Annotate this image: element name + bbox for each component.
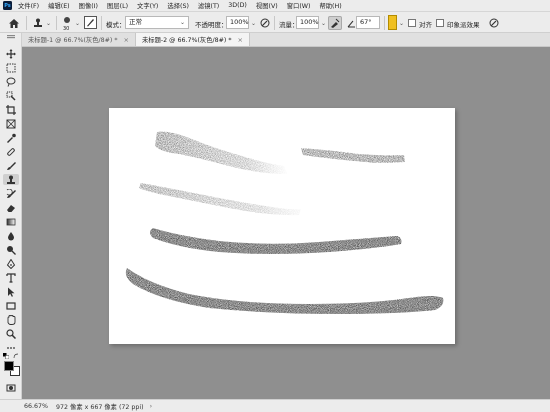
sample-color-swatch[interactable] bbox=[388, 15, 397, 30]
crop-tool-icon[interactable] bbox=[3, 104, 19, 115]
type-tool-icon[interactable] bbox=[3, 272, 19, 283]
tab-document-1[interactable]: 未标题-1 @ 66.7%(灰色/8#) * × bbox=[22, 33, 136, 46]
options-bar: ⌄ 30 ⌄ 模式： 正常 ⌄ 不透明度： 100% ⌄ 流量： 100% ⌄ … bbox=[0, 11, 550, 33]
stroke-3 bbox=[139, 183, 301, 216]
angle-icon bbox=[346, 17, 356, 29]
zoom-tool-icon[interactable] bbox=[3, 328, 19, 339]
mode-value: 正常 bbox=[129, 18, 142, 26]
chevron-down-icon[interactable]: ⌄ bbox=[75, 20, 80, 27]
align-checkbox[interactable] bbox=[408, 19, 416, 27]
flow-input[interactable]: 100% bbox=[296, 16, 319, 29]
menu-window[interactable]: 窗口(W) bbox=[287, 1, 311, 10]
photoshop-logo: Ps bbox=[3, 1, 12, 10]
frame-tool-icon[interactable] bbox=[3, 118, 19, 129]
tab-label: 未标题-2 @ 66.7%(灰色/8#) * bbox=[142, 37, 232, 44]
close-icon[interactable]: × bbox=[238, 36, 243, 44]
foreground-color-swatch[interactable] bbox=[4, 361, 14, 371]
gradient-tool-icon[interactable] bbox=[3, 216, 19, 227]
menu-3d[interactable]: 3D(D) bbox=[228, 2, 247, 9]
opacity-label: 不透明度： bbox=[195, 21, 228, 29]
hand-tool-icon[interactable] bbox=[3, 314, 19, 325]
clone-stamp-tool-icon[interactable] bbox=[3, 174, 19, 185]
chevron-right-icon[interactable]: › bbox=[150, 403, 153, 410]
marquee-tool-icon[interactable] bbox=[3, 62, 19, 73]
chevron-down-icon[interactable]: ⌄ bbox=[46, 20, 51, 27]
pressure-size-icon[interactable] bbox=[487, 16, 500, 29]
quick-mask-icon[interactable] bbox=[3, 382, 19, 393]
impressionist-checkbox[interactable] bbox=[436, 19, 444, 27]
document-tabs: 未标题-1 @ 66.7%(灰色/8#) * × 未标题-2 @ 66.7%(灰… bbox=[22, 33, 550, 47]
move-tool-icon[interactable] bbox=[3, 48, 19, 59]
brush-tool-icon[interactable] bbox=[3, 160, 19, 171]
menu-select[interactable]: 选择(S) bbox=[167, 1, 189, 10]
history-brush-tool-icon[interactable] bbox=[3, 188, 19, 199]
swap-colors-icon[interactable] bbox=[13, 353, 19, 359]
tab-label: 未标题-1 @ 66.7%(灰色/8#) * bbox=[28, 37, 118, 44]
healing-brush-tool-icon[interactable] bbox=[3, 146, 19, 157]
menu-layer[interactable]: 图层(L) bbox=[107, 1, 128, 10]
menu-bar: Ps 文件(F) 编辑(E) 图像(I) 图层(L) 文字(Y) 选择(S) 滤… bbox=[0, 0, 550, 11]
align-label: 对齐 bbox=[419, 21, 432, 29]
opacity-input[interactable]: 100% bbox=[226, 16, 249, 29]
chevron-down-icon: ⌄ bbox=[179, 19, 185, 26]
menu-file[interactable]: 文件(F) bbox=[18, 1, 39, 10]
angle-input[interactable]: 67° bbox=[356, 16, 380, 29]
stroke-5 bbox=[125, 268, 444, 314]
lasso-tool-icon[interactable] bbox=[3, 76, 19, 87]
eraser-tool-icon[interactable] bbox=[3, 202, 19, 213]
impressionist-label: 印象派效果 bbox=[447, 21, 480, 29]
tools-panel bbox=[0, 33, 22, 399]
menu-type[interactable]: 文字(Y) bbox=[137, 1, 158, 10]
menu-image[interactable]: 图像(I) bbox=[79, 1, 98, 10]
menu-view[interactable]: 视图(V) bbox=[256, 1, 278, 10]
separator bbox=[56, 16, 57, 30]
rectangle-tool-icon[interactable] bbox=[3, 300, 19, 311]
chevron-down-icon[interactable]: ⌄ bbox=[321, 20, 326, 27]
default-colors-icon[interactable] bbox=[3, 353, 10, 360]
separator bbox=[274, 16, 275, 30]
brush-size-label: 30 bbox=[63, 26, 70, 32]
document-workspace[interactable] bbox=[22, 47, 550, 399]
status-bar: 66.67% 972 像素 x 667 像素 (72 ppi) › bbox=[0, 399, 550, 412]
opacity-pressure-icon[interactable] bbox=[258, 16, 271, 29]
dodge-tool-icon[interactable] bbox=[3, 244, 19, 255]
eyedropper-tool-icon[interactable] bbox=[3, 132, 19, 143]
stamp-tool-icon[interactable] bbox=[32, 17, 44, 29]
brush-strokes-artwork bbox=[125, 131, 444, 314]
mode-select[interactable]: 正常 ⌄ bbox=[125, 16, 189, 29]
more-tools-icon[interactable] bbox=[3, 342, 19, 353]
close-icon[interactable]: × bbox=[124, 36, 129, 44]
stroke-2 bbox=[301, 148, 405, 163]
menu-filter[interactable]: 滤镜(T) bbox=[198, 1, 219, 10]
chevron-down-icon[interactable]: ⌄ bbox=[399, 20, 404, 27]
separator bbox=[26, 16, 27, 30]
stroke-1 bbox=[155, 131, 287, 174]
quick-select-tool-icon[interactable] bbox=[3, 90, 19, 101]
home-icon[interactable] bbox=[8, 17, 20, 29]
separator bbox=[101, 16, 102, 30]
brush-settings-icon[interactable] bbox=[84, 16, 97, 29]
mode-label: 模式： bbox=[106, 21, 126, 29]
tab-document-2[interactable]: 未标题-2 @ 66.7%(灰色/8#) * × bbox=[136, 33, 250, 46]
menu-help[interactable]: 帮助(H) bbox=[319, 1, 341, 10]
stroke-4 bbox=[150, 228, 402, 254]
separator bbox=[384, 16, 385, 30]
brush-preview-icon[interactable] bbox=[61, 15, 73, 25]
document-info[interactable]: 972 像素 x 667 像素 (72 ppi) bbox=[56, 402, 144, 411]
blur-tool-icon[interactable] bbox=[3, 230, 19, 241]
menu-edit[interactable]: 编辑(E) bbox=[48, 1, 70, 10]
pen-tool-icon[interactable] bbox=[3, 258, 19, 269]
airbrush-icon[interactable] bbox=[328, 16, 342, 30]
document-canvas[interactable] bbox=[109, 108, 455, 344]
zoom-level[interactable]: 66.67% bbox=[24, 403, 50, 410]
chevron-down-icon[interactable]: ⌄ bbox=[251, 20, 256, 27]
path-selection-tool-icon[interactable] bbox=[3, 286, 19, 297]
